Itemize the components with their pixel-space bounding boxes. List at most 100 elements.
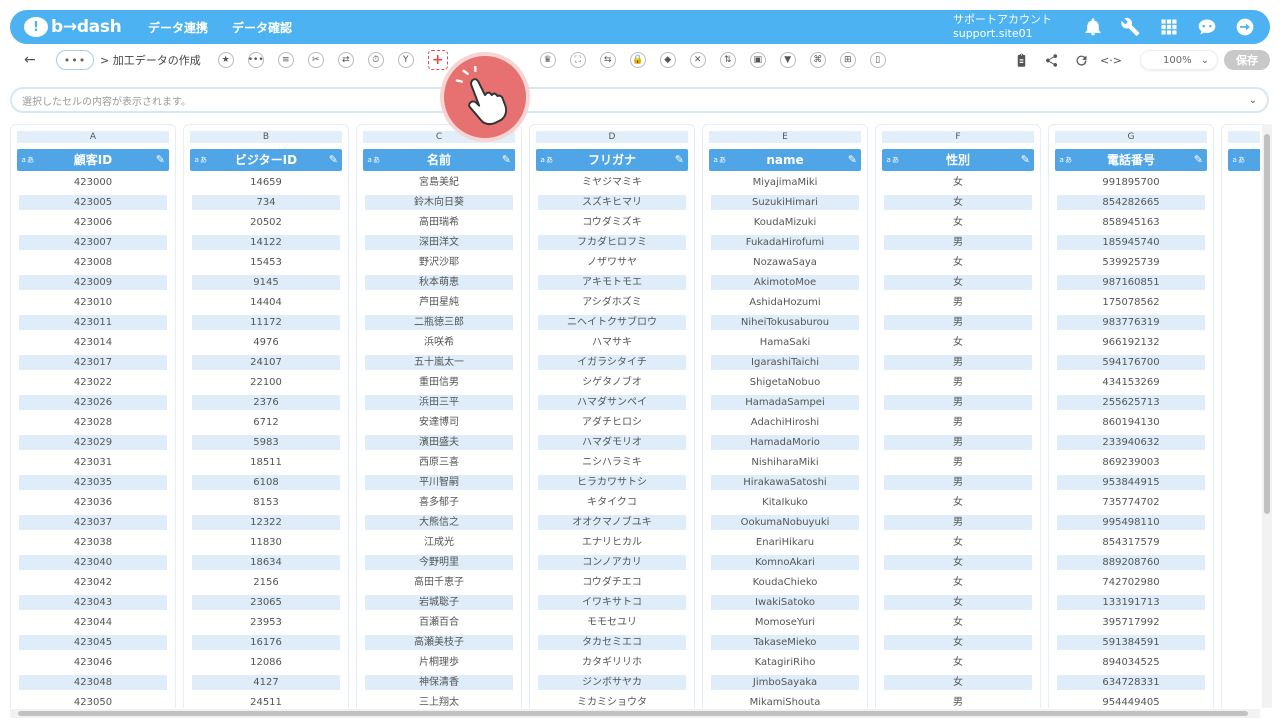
table-cell[interactable]: 423043	[19, 595, 167, 610]
table-cell[interactable]: 854282665	[1057, 195, 1205, 210]
table-cell[interactable]: 423006	[19, 215, 167, 230]
favorite-tool-icon[interactable]: ★	[217, 52, 234, 68]
table-cell[interactable]: 二瓶徳三郎	[365, 315, 513, 330]
table-cell[interactable]: 423009	[19, 275, 167, 290]
table-tool-icon[interactable]: ⊞	[839, 52, 856, 68]
column-letter[interactable]: E	[709, 131, 861, 143]
table-cell[interactable]: ニシハラミキ	[538, 455, 686, 470]
table-cell[interactable]: アダチヒロシ	[538, 415, 686, 430]
table-cell[interactable]: エナリヒカル	[538, 535, 686, 550]
table-cell[interactable]: 18634	[192, 555, 340, 570]
wrench-icon[interactable]	[1120, 16, 1142, 38]
table-cell[interactable]: 395717992	[1057, 615, 1205, 630]
pencil-icon[interactable]: ✎	[502, 149, 511, 171]
table-cell[interactable]: 女	[884, 635, 1032, 650]
table-cell[interactable]: 995498110	[1057, 515, 1205, 530]
table-cell[interactable]: キタイクコ	[538, 495, 686, 510]
table-cell[interactable]: 14404	[192, 295, 340, 310]
table-cell[interactable]: 女	[884, 615, 1032, 630]
table-cell[interactable]: 423038	[19, 535, 167, 550]
table-cell[interactable]: ハマダモリオ	[538, 435, 686, 450]
table-cell[interactable]: 423010	[19, 295, 167, 310]
table-cell[interactable]: 983776319	[1057, 315, 1205, 330]
pencil-icon[interactable]: ✎	[848, 149, 857, 171]
table-cell[interactable]: 423007	[19, 235, 167, 250]
table-cell[interactable]: ジンボサヤカ	[538, 675, 686, 690]
shape-tool-icon[interactable]: ◆	[659, 52, 676, 68]
table-cell[interactable]: オオクマノブユキ	[538, 515, 686, 530]
nav-data-integration[interactable]: データ連携	[148, 19, 208, 36]
table-cell[interactable]: NiheiTokusaburou	[711, 315, 859, 330]
chat-bot-icon[interactable]	[1196, 16, 1218, 38]
column-letter[interactable]: F	[882, 131, 1034, 143]
table-cell[interactable]: イガラシタイチ	[538, 355, 686, 370]
table-cell[interactable]: 2156	[192, 575, 340, 590]
column-letter[interactable]: B	[190, 131, 342, 143]
pencil-icon[interactable]: ✎	[156, 149, 165, 171]
table-cell[interactable]: ノザワサヤ	[538, 255, 686, 270]
table-cell[interactable]: 953844915	[1057, 475, 1205, 490]
table-cell[interactable]: 8153	[192, 495, 340, 510]
table-cell[interactable]: 185945740	[1057, 235, 1205, 250]
column-a[interactable]: Aａあ 顧客ID ✎ 423000 423005 423006 423007 423008 42…	[10, 124, 176, 708]
table-cell[interactable]: アシダホズミ	[538, 295, 686, 310]
table-cell[interactable]: 423036	[19, 495, 167, 510]
table-cell[interactable]: アキモトモエ	[538, 275, 686, 290]
table-cell[interactable]: MomoseYuri	[711, 615, 859, 630]
table-cell[interactable]: 11172	[192, 315, 340, 330]
table-cell[interactable]: 423005	[19, 195, 167, 210]
table-cell[interactable]: 男	[884, 415, 1032, 430]
table-cell[interactable]: 5983	[192, 435, 340, 450]
column-c[interactable]: Cａあ 名前 ✎ 宮島美紀 鈴木向日葵 高田瑞希 深田洋文 野沢沙耶 秋本萌恵 芦田星純 二瓶徳三郎…	[356, 124, 522, 708]
column-b[interactable]: Bａあ ビジターID ✎ 14659 734 20502 14122 15453 9145 144…	[183, 124, 349, 708]
lock-tool-icon[interactable]: 🔒	[629, 52, 646, 68]
table-cell[interactable]: 安達博司	[365, 415, 513, 430]
table-cell[interactable]: 889208760	[1057, 555, 1205, 570]
table-cell[interactable]: ヒラカワサトシ	[538, 475, 686, 490]
table-cell[interactable]: 423022	[19, 375, 167, 390]
table-cell[interactable]: 255625713	[1057, 395, 1205, 410]
table-cell[interactable]: 20502	[192, 215, 340, 230]
table-cell[interactable]: 百瀬百合	[365, 615, 513, 630]
table-cell[interactable]: 869239003	[1057, 455, 1205, 470]
table-cell[interactable]: 芦田星純	[365, 295, 513, 310]
table-cell[interactable]: 今野明里	[365, 555, 513, 570]
table-cell[interactable]: 男	[884, 395, 1032, 410]
table-cell[interactable]: 男	[884, 515, 1032, 530]
table-cell[interactable]: 423008	[19, 255, 167, 270]
table-cell[interactable]: ShigetaNobuo	[711, 375, 859, 390]
table-cell[interactable]: 大熊信之	[365, 515, 513, 530]
table-cell[interactable]: 女	[884, 535, 1032, 550]
table-cell[interactable]: 894034525	[1057, 655, 1205, 670]
pencil-icon[interactable]: ✎	[675, 149, 684, 171]
table-cell[interactable]: 634728331	[1057, 675, 1205, 690]
table-cell[interactable]: 14659	[192, 175, 340, 190]
table-cell[interactable]: 浜咲希	[365, 335, 513, 350]
table-cell[interactable]: KomnoAkari	[711, 555, 859, 570]
bell-icon[interactable]	[1082, 16, 1104, 38]
sort-tool-icon[interactable]: ⇅	[719, 52, 736, 68]
table-cell[interactable]: 女	[884, 215, 1032, 230]
table-cell[interactable]: ハマダサンペイ	[538, 395, 686, 410]
table-cell[interactable]: 6108	[192, 475, 340, 490]
column-letter[interactable]	[1228, 131, 1260, 143]
column-header[interactable]: ａあ 電話番号 ✎	[1055, 149, 1207, 171]
close-tool-icon[interactable]: ✕	[689, 52, 706, 68]
pencil-icon[interactable]: ✎	[1021, 149, 1030, 171]
table-cell[interactable]: 2376	[192, 395, 340, 410]
table-cell[interactable]: 江成光	[365, 535, 513, 550]
table-cell[interactable]: 860194130	[1057, 415, 1205, 430]
table-cell[interactable]: 宮島美紀	[365, 175, 513, 190]
table-cell[interactable]: 423048	[19, 675, 167, 690]
table-cell[interactable]: KatagiriRiho	[711, 655, 859, 670]
table-cell[interactable]: 423035	[19, 475, 167, 490]
account-info[interactable]: サポートアカウント support.site01	[953, 13, 1052, 41]
table-cell[interactable]: 423040	[19, 555, 167, 570]
column-letter[interactable]: A	[17, 131, 169, 143]
nav-data-check[interactable]: データ確認	[232, 19, 292, 36]
table-cell[interactable]: 18511	[192, 455, 340, 470]
table-cell[interactable]: 4127	[192, 675, 340, 690]
column-header[interactable]: ａあ 性別 ✎	[882, 149, 1034, 171]
table-cell[interactable]: 16176	[192, 635, 340, 650]
table-cell[interactable]: 423042	[19, 575, 167, 590]
